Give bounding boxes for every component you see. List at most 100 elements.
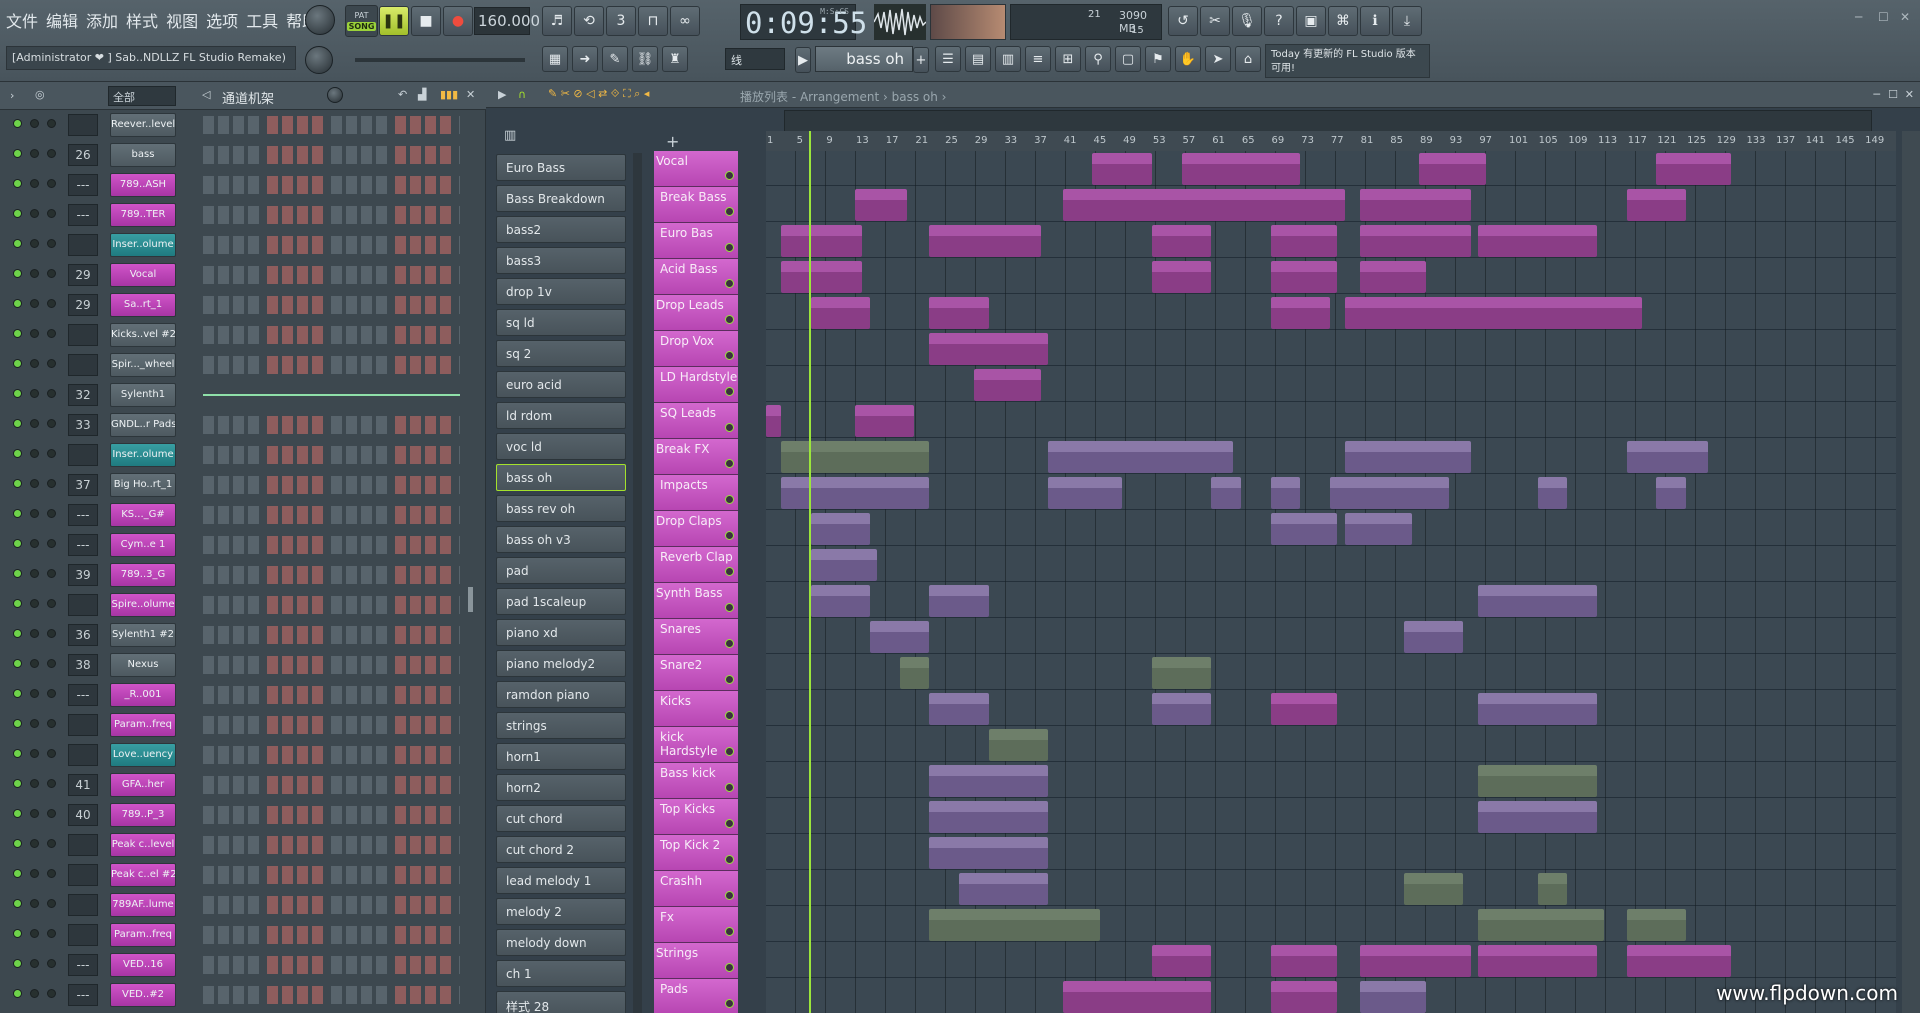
arrangement-clip[interactable]: bass3: [1359, 225, 1471, 257]
channel-pan-knob[interactable]: [30, 869, 39, 878]
arrangement-clip[interactable]: [780, 477, 930, 509]
track-header[interactable]: Break Bass: [654, 187, 738, 223]
pattern-item[interactable]: sq ld: [496, 309, 626, 336]
plugin-icon[interactable]: ⌘: [1328, 6, 1358, 36]
channel-name-button[interactable]: Param..freq: [110, 713, 176, 737]
channel-name-button[interactable]: Big Ho..rt_1: [110, 473, 176, 497]
channel-mixer-track[interactable]: ---: [68, 534, 98, 556]
channel-row[interactable]: --- KS..._G#: [0, 500, 476, 530]
channel-name-button[interactable]: GFA..her: [110, 773, 176, 797]
arrangement-clip[interactable]: horn2: [1359, 261, 1427, 293]
arrangement-clip[interactable]: [1478, 693, 1598, 725]
channel-mute-led[interactable]: [13, 269, 22, 278]
channel-name-button[interactable]: Peak c..el #2: [110, 863, 176, 887]
channel-row[interactable]: --- _R..001: [0, 680, 476, 710]
arrangement-clip[interactable]: [988, 729, 1048, 761]
channel-name-button[interactable]: Sa..rt_1: [110, 293, 176, 317]
master-slider[interactable]: [355, 58, 525, 62]
channel-row[interactable]: 32 Sylenth1: [0, 380, 476, 410]
track-header[interactable]: Bass kick: [654, 763, 738, 799]
menu-patterns[interactable]: 样式: [126, 8, 158, 32]
channel-row[interactable]: Param..freq: [0, 920, 476, 950]
channel-step-sequencer[interactable]: [203, 866, 460, 884]
channel-mute-led[interactable]: [13, 629, 22, 638]
channel-mixer-track[interactable]: [68, 924, 98, 946]
arrangement-clip[interactable]: st..gs: [1626, 945, 1731, 977]
arrangement-clip[interactable]: voc ld: [929, 333, 1048, 365]
channel-step-sequencer[interactable]: [203, 416, 460, 434]
channel-pan-knob[interactable]: [30, 209, 39, 218]
channel-row[interactable]: Love..uency: [0, 740, 476, 770]
arrangement-grid[interactable]: Vocal Vocal Vocal Vocal Ba..wn bas..v oh bas..…: [766, 151, 1896, 1013]
track-header[interactable]: Strings: [654, 943, 738, 979]
channel-mixer-track[interactable]: [68, 834, 98, 856]
track-active-led[interactable]: [725, 675, 734, 684]
channel-step-sequencer[interactable]: [203, 656, 460, 674]
channel-mixer-track[interactable]: 36: [68, 624, 98, 646]
channel-mixer-track[interactable]: 41: [68, 774, 98, 796]
channel-step-sequencer[interactable]: [203, 626, 460, 644]
cut-icon[interactable]: ✂: [1200, 6, 1230, 36]
menu-options[interactable]: 选项: [206, 8, 238, 32]
arrangement-clip[interactable]: [810, 585, 870, 617]
channel-step-sequencer[interactable]: [203, 776, 460, 794]
channel-row[interactable]: 37 Big Ho..rt_1: [0, 470, 476, 500]
channel-step-sequencer[interactable]: [203, 326, 460, 344]
track-header[interactable]: Snare2: [654, 655, 738, 691]
channel-mute-led[interactable]: [13, 809, 22, 818]
channel-mixer-track[interactable]: 29: [68, 294, 98, 316]
plugin-database-icon[interactable]: ⚑: [1145, 46, 1171, 72]
pattern-item[interactable]: drop 1v: [496, 278, 626, 305]
channel-row[interactable]: Reever..level: [0, 110, 476, 140]
channel-name-button[interactable]: Love..uency: [110, 743, 176, 767]
arrangement-clip[interactable]: bas..v oh: [1359, 189, 1471, 221]
channel-mute-led[interactable]: [13, 419, 22, 428]
arrangement-clip[interactable]: [1404, 621, 1464, 653]
channel-name-button[interactable]: Spir..._wheel: [110, 353, 176, 377]
channel-step-sequencer[interactable]: [203, 236, 460, 254]
pattern-item[interactable]: piano xd: [496, 619, 626, 646]
channel-pan-knob[interactable]: [30, 389, 39, 398]
track-active-led[interactable]: [725, 423, 734, 432]
arrangement-clip[interactable]: [1270, 477, 1301, 509]
minimize-icon[interactable]: ─: [1855, 10, 1862, 24]
arrangement-clip[interactable]: [1329, 477, 1449, 509]
channel-pan-knob[interactable]: [30, 329, 39, 338]
channel-pan-knob[interactable]: [30, 239, 39, 248]
channel-mixer-track[interactable]: 38: [68, 654, 98, 676]
arrangement-clip[interactable]: [929, 765, 1048, 797]
menu-tools[interactable]: 工具: [246, 8, 278, 32]
pattern-list-scrollbar[interactable]: [633, 153, 642, 1013]
channel-vol-knob[interactable]: [47, 539, 56, 548]
track-active-led[interactable]: [725, 603, 734, 612]
channel-pan-knob[interactable]: [30, 479, 39, 488]
channel-name-button[interactable]: Nexus: [110, 653, 176, 677]
arrangement-clip[interactable]: [1344, 513, 1412, 545]
pattern-item[interactable]: cut chord 2: [496, 836, 626, 863]
playlist-window-icon[interactable]: ☰: [935, 46, 961, 72]
channel-mute-led[interactable]: [13, 959, 22, 968]
channel-name-button[interactable]: KS..._G#: [110, 503, 176, 527]
channel-vol-knob[interactable]: [47, 209, 56, 218]
channel-step-sequencer[interactable]: [203, 176, 460, 194]
arrangement-clip[interactable]: [810, 513, 870, 545]
arrangement-clip[interactable]: strings: [1270, 945, 1338, 977]
channel-name-button[interactable]: VED..16: [110, 953, 176, 977]
channel-row[interactable]: Spire..olume: [0, 590, 476, 620]
channel-vol-knob[interactable]: [47, 929, 56, 938]
arrangement-clip[interactable]: [899, 657, 930, 689]
arrangement-clip[interactable]: [958, 873, 1048, 905]
channel-pan-knob[interactable]: [30, 989, 39, 998]
channel-pan-knob[interactable]: [30, 179, 39, 188]
channel-pan-knob[interactable]: [30, 269, 39, 278]
pattern-item[interactable]: bass2: [496, 216, 626, 243]
channel-mute-led[interactable]: [13, 479, 22, 488]
link-icon[interactable]: ⛓: [632, 46, 658, 72]
playlist-tools-icon[interactable]: ✎ ✂ ⊘ ◁ ⇄ ⟐ ⛶ ⌕ ◂: [548, 87, 649, 101]
track-header[interactable]: SQ Leads: [654, 403, 738, 439]
arrangement-clip[interactable]: [1151, 945, 1212, 977]
track-active-led[interactable]: [725, 387, 734, 396]
arrangement-clip[interactable]: [766, 405, 781, 437]
playlist-arrow-icon[interactable]: ▶: [498, 88, 506, 101]
track-active-led[interactable]: [725, 315, 734, 324]
